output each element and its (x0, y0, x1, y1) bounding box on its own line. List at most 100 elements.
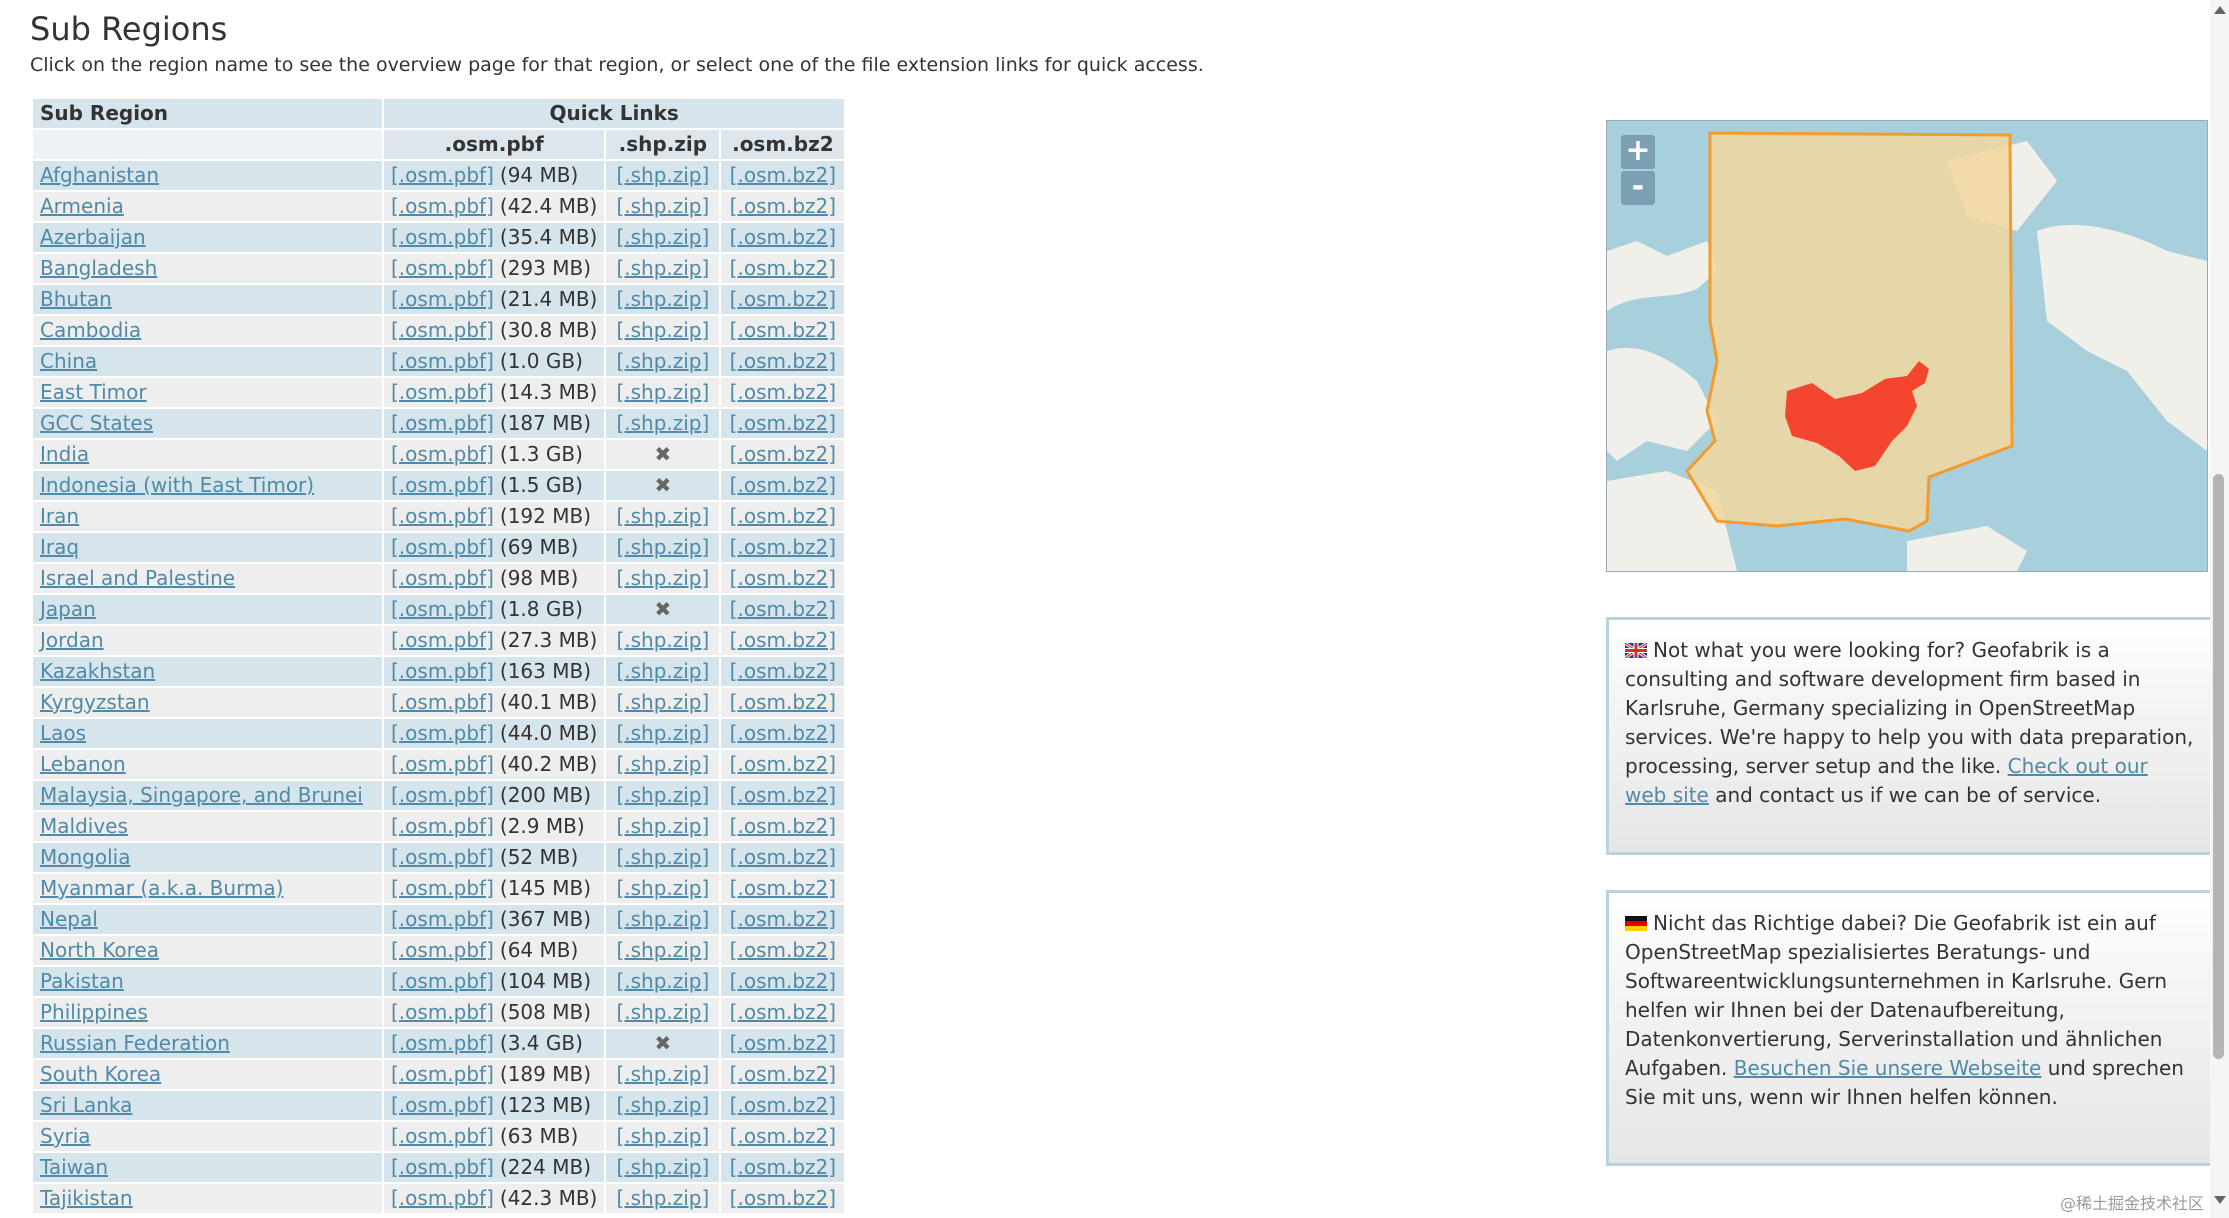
region-name-link[interactable]: Syria (40, 1124, 91, 1148)
region-name-link[interactable]: Indonesia (with East Timor) (40, 473, 314, 497)
pbf-link[interactable]: [.osm.pbf] (391, 473, 494, 497)
shp-link[interactable]: [.shp.zip] (616, 783, 709, 807)
bz2-link[interactable]: [.osm.bz2] (730, 814, 836, 838)
bz2-link[interactable]: [.osm.bz2] (730, 1031, 836, 1055)
region-name-link[interactable]: Malaysia, Singapore, and Brunei (40, 783, 363, 807)
shp-link[interactable]: [.shp.zip] (616, 690, 709, 714)
region-name-link[interactable]: Japan (40, 597, 96, 621)
pbf-link[interactable]: [.osm.pbf] (391, 845, 494, 869)
bz2-link[interactable]: [.osm.bz2] (730, 783, 836, 807)
pbf-link[interactable]: [.osm.pbf] (391, 1031, 494, 1055)
pbf-link[interactable]: [.osm.pbf] (391, 566, 494, 590)
region-name-link[interactable]: Maldives (40, 814, 128, 838)
shp-link[interactable]: [.shp.zip] (616, 411, 709, 435)
shp-link[interactable]: [.shp.zip] (616, 628, 709, 652)
shp-link[interactable]: [.shp.zip] (616, 876, 709, 900)
shp-link[interactable]: [.shp.zip] (616, 1186, 709, 1210)
bz2-link[interactable]: [.osm.bz2] (730, 1186, 836, 1210)
shp-link[interactable]: [.shp.zip] (616, 349, 709, 373)
region-name-link[interactable]: Azerbaijan (40, 225, 146, 249)
shp-link[interactable]: [.shp.zip] (616, 194, 709, 218)
shp-link[interactable]: [.shp.zip] (616, 535, 709, 559)
scrollbar-thumb[interactable] (2213, 474, 2224, 1059)
bz2-link[interactable]: [.osm.bz2] (730, 318, 836, 342)
bz2-link[interactable]: [.osm.bz2] (730, 225, 836, 249)
pbf-link[interactable]: [.osm.pbf] (391, 163, 494, 187)
shp-link[interactable]: [.shp.zip] (616, 721, 709, 745)
pbf-link[interactable]: [.osm.pbf] (391, 690, 494, 714)
pbf-link[interactable]: [.osm.pbf] (391, 256, 494, 280)
region-name-link[interactable]: North Korea (40, 938, 159, 962)
pbf-link[interactable]: [.osm.pbf] (391, 938, 494, 962)
region-name-link[interactable]: Tajikistan (40, 1186, 133, 1210)
region-name-link[interactable]: Mongolia (40, 845, 130, 869)
shp-link[interactable]: [.shp.zip] (616, 1093, 709, 1117)
region-name-link[interactable]: Kyrgyzstan (40, 690, 150, 714)
region-name-link[interactable]: Nepal (40, 907, 98, 931)
shp-link[interactable]: [.shp.zip] (616, 318, 709, 342)
region-name-link[interactable]: Taiwan (40, 1155, 108, 1179)
pbf-link[interactable]: [.osm.pbf] (391, 1155, 494, 1179)
region-name-link[interactable]: Iraq (40, 535, 79, 559)
pbf-link[interactable]: [.osm.pbf] (391, 411, 494, 435)
pbf-link[interactable]: [.osm.pbf] (391, 194, 494, 218)
pbf-link[interactable]: [.osm.pbf] (391, 907, 494, 931)
pbf-link[interactable]: [.osm.pbf] (391, 1093, 494, 1117)
region-name-link[interactable]: South Korea (40, 1062, 161, 1086)
region-name-link[interactable]: Sri Lanka (40, 1093, 132, 1117)
scroll-down-arrow-icon[interactable] (2214, 1196, 2226, 1204)
pbf-link[interactable]: [.osm.pbf] (391, 225, 494, 249)
shp-link[interactable]: [.shp.zip] (616, 969, 709, 993)
region-name-link[interactable]: Russian Federation (40, 1031, 230, 1055)
pbf-link[interactable]: [.osm.pbf] (391, 1062, 494, 1086)
pbf-link[interactable]: [.osm.pbf] (391, 597, 494, 621)
region-name-link[interactable]: Cambodia (40, 318, 141, 342)
shp-link[interactable]: [.shp.zip] (616, 256, 709, 280)
bz2-link[interactable]: [.osm.bz2] (730, 535, 836, 559)
shp-link[interactable]: [.shp.zip] (616, 938, 709, 962)
region-name-link[interactable]: GCC States (40, 411, 153, 435)
scroll-up-arrow-icon[interactable] (2214, 6, 2226, 14)
bz2-link[interactable]: [.osm.bz2] (730, 1000, 836, 1024)
region-name-link[interactable]: Philippines (40, 1000, 148, 1024)
pbf-link[interactable]: [.osm.pbf] (391, 876, 494, 900)
pbf-link[interactable]: [.osm.pbf] (391, 1124, 494, 1148)
shp-link[interactable]: [.shp.zip] (616, 287, 709, 311)
region-name-link[interactable]: Armenia (40, 194, 124, 218)
pbf-link[interactable]: [.osm.pbf] (391, 721, 494, 745)
bz2-link[interactable]: [.osm.bz2] (730, 1062, 836, 1086)
pbf-link[interactable]: [.osm.pbf] (391, 504, 494, 528)
bz2-link[interactable]: [.osm.bz2] (730, 1124, 836, 1148)
shp-link[interactable]: [.shp.zip] (616, 1155, 709, 1179)
region-name-link[interactable]: Pakistan (40, 969, 124, 993)
pbf-link[interactable]: [.osm.pbf] (391, 535, 494, 559)
shp-link[interactable]: [.shp.zip] (616, 814, 709, 838)
shp-link[interactable]: [.shp.zip] (616, 380, 709, 404)
pbf-link[interactable]: [.osm.pbf] (391, 380, 494, 404)
pbf-link[interactable]: [.osm.pbf] (391, 1186, 494, 1210)
bz2-link[interactable]: [.osm.bz2] (730, 566, 836, 590)
bz2-link[interactable]: [.osm.bz2] (730, 1093, 836, 1117)
bz2-link[interactable]: [.osm.bz2] (730, 628, 836, 652)
pbf-link[interactable]: [.osm.pbf] (391, 752, 494, 776)
bz2-link[interactable]: [.osm.bz2] (730, 473, 836, 497)
pbf-link[interactable]: [.osm.pbf] (391, 783, 494, 807)
bz2-link[interactable]: [.osm.bz2] (730, 597, 836, 621)
shp-link[interactable]: [.shp.zip] (616, 659, 709, 683)
shp-link[interactable]: [.shp.zip] (616, 225, 709, 249)
shp-link[interactable]: [.shp.zip] (616, 907, 709, 931)
pbf-link[interactable]: [.osm.pbf] (391, 287, 494, 311)
bz2-link[interactable]: [.osm.bz2] (730, 194, 836, 218)
shp-link[interactable]: [.shp.zip] (616, 1062, 709, 1086)
pbf-link[interactable]: [.osm.pbf] (391, 442, 494, 466)
bz2-link[interactable]: [.osm.bz2] (730, 380, 836, 404)
shp-link[interactable]: [.shp.zip] (616, 845, 709, 869)
bz2-link[interactable]: [.osm.bz2] (730, 969, 836, 993)
pbf-link[interactable]: [.osm.pbf] (391, 318, 494, 342)
region-name-link[interactable]: China (40, 349, 97, 373)
bz2-link[interactable]: [.osm.bz2] (730, 659, 836, 683)
region-name-link[interactable]: Iran (40, 504, 79, 528)
region-name-link[interactable]: Jordan (40, 628, 104, 652)
bz2-link[interactable]: [.osm.bz2] (730, 163, 836, 187)
pbf-link[interactable]: [.osm.pbf] (391, 969, 494, 993)
